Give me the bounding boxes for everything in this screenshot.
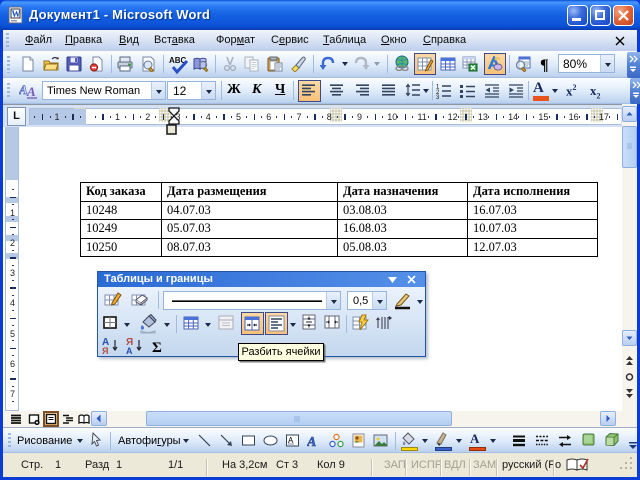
svg-text:A: A <box>307 435 316 449</box>
svg-text:А: А <box>126 346 133 356</box>
svg-text:3: 3 <box>436 95 440 99</box>
svg-text:A: A <box>26 84 36 99</box>
svg-text:Я: Я <box>102 346 108 356</box>
svg-text:¶: ¶ <box>540 57 549 73</box>
svg-text:Σ: Σ <box>152 340 162 356</box>
svg-text:W: W <box>12 9 21 19</box>
